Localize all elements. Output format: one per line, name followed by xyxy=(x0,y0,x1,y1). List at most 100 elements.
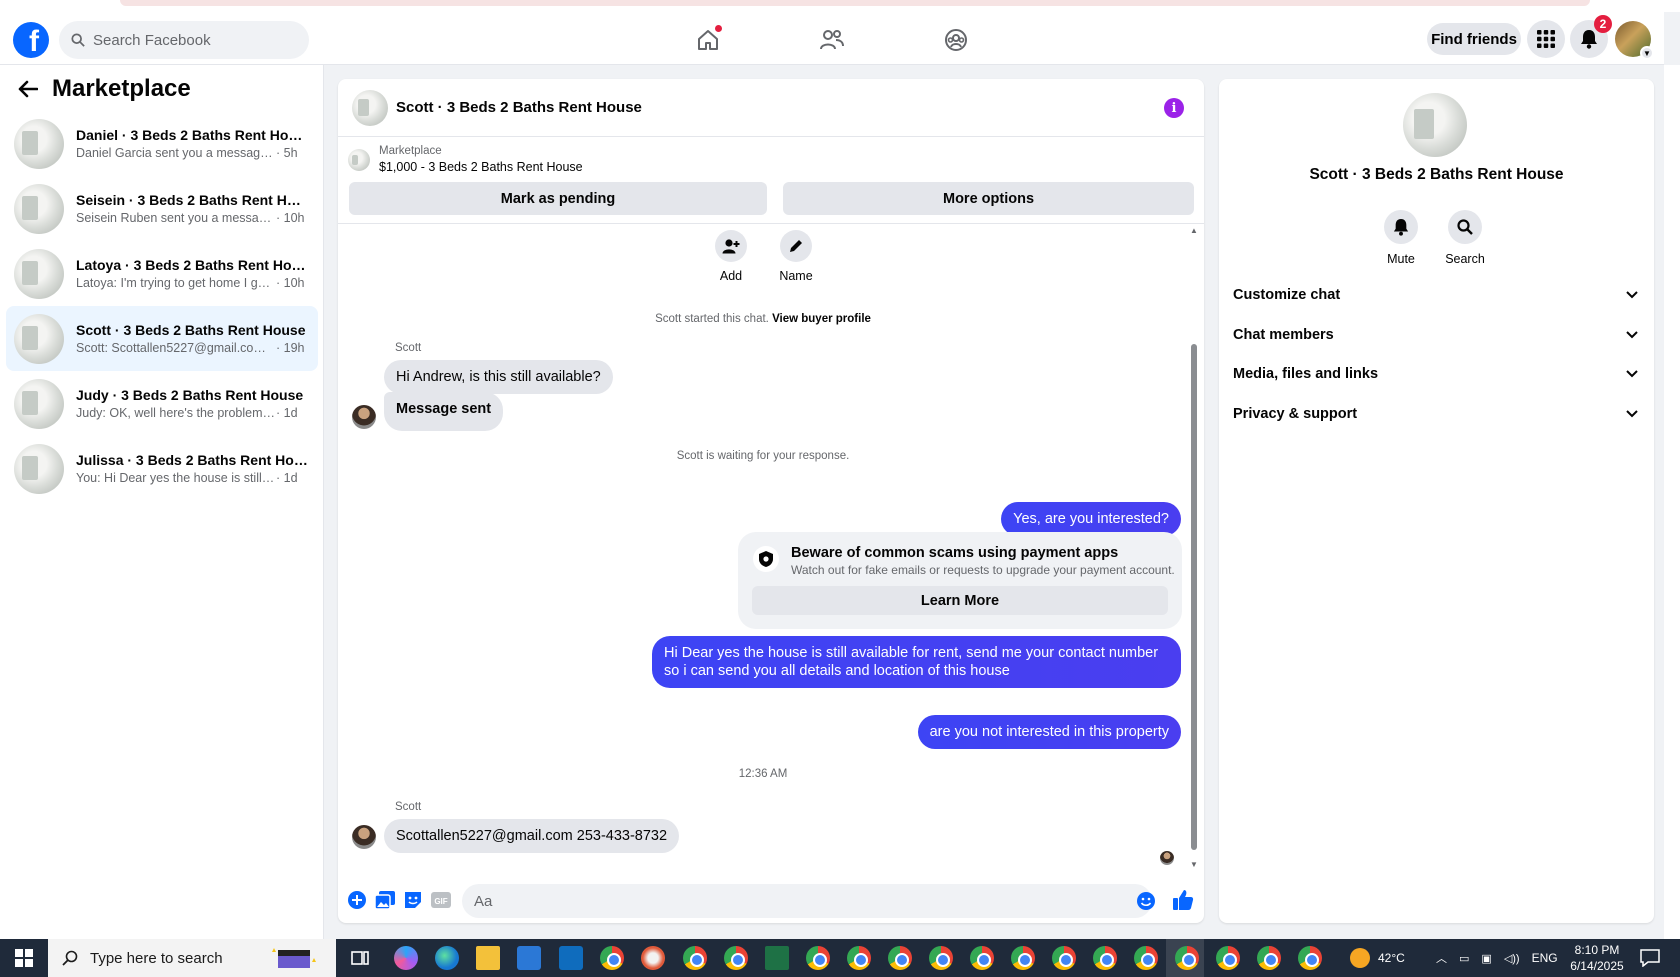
chrome-icon[interactable] xyxy=(970,946,994,970)
search-conversation-button[interactable]: Search xyxy=(1435,210,1495,266)
network-icon[interactable]: ▣ xyxy=(1481,952,1491,965)
scam-warning-card: Beware of common scams using payment app… xyxy=(738,532,1182,629)
mute-button[interactable]: Mute xyxy=(1371,210,1431,266)
back-arrow-icon[interactable] xyxy=(18,80,38,98)
friends-icon[interactable] xyxy=(816,24,848,56)
chrome-icon[interactable] xyxy=(847,946,871,970)
search-input[interactable] xyxy=(93,31,283,49)
chrome-icon[interactable] xyxy=(600,946,624,970)
scott-avatar[interactable] xyxy=(352,825,376,849)
scrollbar-thumb[interactable] xyxy=(1191,344,1197,850)
scroll-up-arrow-icon[interactable]: ▲ xyxy=(1189,226,1199,235)
incoming-message: Scottallen5227@gmail.com 253-433-8732 xyxy=(384,819,680,853)
chrome-icon[interactable] xyxy=(929,946,953,970)
more-options-button[interactable]: More options xyxy=(783,182,1194,215)
chat-thumbnail[interactable] xyxy=(352,89,388,126)
mark-pending-button[interactable]: Mark as pending xyxy=(349,182,767,215)
device-icon[interactable]: ▭ xyxy=(1459,952,1469,965)
taskbar-search-input[interactable] xyxy=(90,949,260,967)
chrome-icon[interactable] xyxy=(1298,946,1322,970)
chat-scrollbar[interactable]: ▲ ▼ xyxy=(1189,224,1199,874)
page-scrollbar[interactable] xyxy=(1664,65,1680,939)
conversation-item-active[interactable]: Scott · 3 Beds 2 Baths Rent House Scott:… xyxy=(6,306,318,371)
chrome-icon[interactable] xyxy=(724,946,748,970)
emoji-icon[interactable] xyxy=(1135,890,1157,912)
chevron-down-icon: ▼ xyxy=(1640,46,1654,60)
conversation-item[interactable]: Julissa · 3 Beds 2 Baths Rent House You:… xyxy=(6,436,318,501)
warning-subtitle: Watch out for fake emails or requests to… xyxy=(791,563,1175,577)
message-input[interactable] xyxy=(462,884,1152,918)
system-tray: ︿ ▭ ▣ ◁)) ENG xyxy=(1436,939,1558,977)
sticker-icon[interactable] xyxy=(402,889,424,911)
clock-time: 8:10 PM xyxy=(1574,943,1620,957)
app-icon[interactable] xyxy=(641,946,665,970)
language-indicator[interactable]: ENG xyxy=(1532,951,1558,965)
gif-icon[interactable]: GIF xyxy=(430,889,452,911)
conversation-time: · 1d xyxy=(276,406,298,420)
windows-start-icon[interactable] xyxy=(0,939,48,977)
search-bar[interactable] xyxy=(59,21,309,59)
chrome-icon[interactable] xyxy=(1134,946,1158,970)
weather-sun-icon xyxy=(1350,948,1370,968)
chrome-icon[interactable] xyxy=(683,946,707,970)
menu-grid-button[interactable] xyxy=(1527,20,1565,58)
details-name: Scott · 3 Beds 2 Baths Rent House xyxy=(1309,166,1564,183)
listing-thumbnail xyxy=(14,378,64,429)
section-chat-members[interactable]: Chat members xyxy=(1233,318,1638,352)
file-explorer-icon[interactable] xyxy=(476,946,500,970)
scroll-down-arrow-icon[interactable]: ▼ xyxy=(1189,860,1199,869)
listing-thumbnail xyxy=(14,443,64,494)
section-privacy-support[interactable]: Privacy & support xyxy=(1233,397,1638,431)
home-icon[interactable] xyxy=(692,24,724,56)
taskbar-clock[interactable]: 8:10 PM 6/14/2025 xyxy=(1562,942,1632,974)
chrome-icon[interactable] xyxy=(1093,946,1117,970)
listing-thumbnail xyxy=(14,313,64,364)
info-icon[interactable]: i xyxy=(1164,98,1184,118)
conversation-item[interactable]: Seisein · 3 Beds 2 Baths Rent House Seis… xyxy=(6,176,318,241)
listing-thumbnail xyxy=(14,118,64,169)
chrome-icon[interactable] xyxy=(1175,946,1199,970)
grid-icon xyxy=(1537,30,1555,48)
chrome-icon[interactable] xyxy=(1257,946,1281,970)
volume-icon[interactable]: ◁)) xyxy=(1504,952,1520,965)
task-view-icon[interactable] xyxy=(348,946,372,970)
chrome-icon[interactable] xyxy=(1052,946,1076,970)
chat-title[interactable]: Scott · 3 Beds 2 Baths Rent House xyxy=(396,99,642,116)
chrome-icon[interactable] xyxy=(888,946,912,970)
view-buyer-profile-link[interactable]: View buyer profile xyxy=(772,313,871,325)
scott-avatar[interactable] xyxy=(352,405,376,429)
section-customize-chat[interactable]: Customize chat xyxy=(1233,278,1638,312)
conversation-item[interactable]: Judy · 3 Beds 2 Baths Rent House Judy: O… xyxy=(6,371,318,436)
search-label: Search xyxy=(1445,252,1485,266)
notification-center-icon[interactable] xyxy=(1640,939,1660,977)
search-icon xyxy=(1457,219,1473,235)
learn-more-button[interactable]: Learn More xyxy=(752,586,1168,615)
chrome-icon[interactable] xyxy=(806,946,830,970)
copilot-icon[interactable] xyxy=(394,946,418,970)
account-avatar[interactable]: ▼ xyxy=(1615,21,1654,60)
plus-circle-icon[interactable] xyxy=(346,889,368,911)
edge-icon[interactable] xyxy=(435,946,459,970)
add-member-button[interactable]: Add xyxy=(701,230,761,283)
find-friends-button[interactable]: Find friends xyxy=(1427,23,1521,55)
name-chat-button[interactable]: Name xyxy=(766,230,826,283)
taskbar-search[interactable] xyxy=(48,939,336,977)
store-icon[interactable] xyxy=(517,946,541,970)
facebook-logo-icon[interactable]: f xyxy=(13,22,49,58)
photo-icon[interactable] xyxy=(374,889,396,911)
conversation-item[interactable]: Daniel · 3 Beds 2 Baths Rent House Danie… xyxy=(6,111,318,176)
section-media-files-links[interactable]: Media, files and links xyxy=(1233,357,1638,391)
listing-thumbnail xyxy=(14,183,64,234)
groups-icon[interactable] xyxy=(940,24,972,56)
listing-summary[interactable]: Marketplace $1,000 - 3 Beds 2 Baths Rent… xyxy=(348,145,583,174)
chevron-up-icon[interactable]: ︿ xyxy=(1436,950,1447,966)
details-avatar[interactable] xyxy=(1403,93,1467,157)
thumbs-up-icon[interactable] xyxy=(1172,889,1194,911)
listing-price: $1,000 - 3 Beds 2 Baths Rent House xyxy=(379,160,583,174)
weather-widget[interactable]: 42°C xyxy=(1350,939,1405,977)
chrome-icon[interactable] xyxy=(1011,946,1035,970)
conversation-item[interactable]: Latoya · 3 Beds 2 Baths Rent House Latoy… xyxy=(6,241,318,306)
outlook-icon[interactable] xyxy=(559,946,583,970)
chrome-icon[interactable] xyxy=(1216,946,1240,970)
spreadsheet-icon[interactable] xyxy=(765,946,789,970)
